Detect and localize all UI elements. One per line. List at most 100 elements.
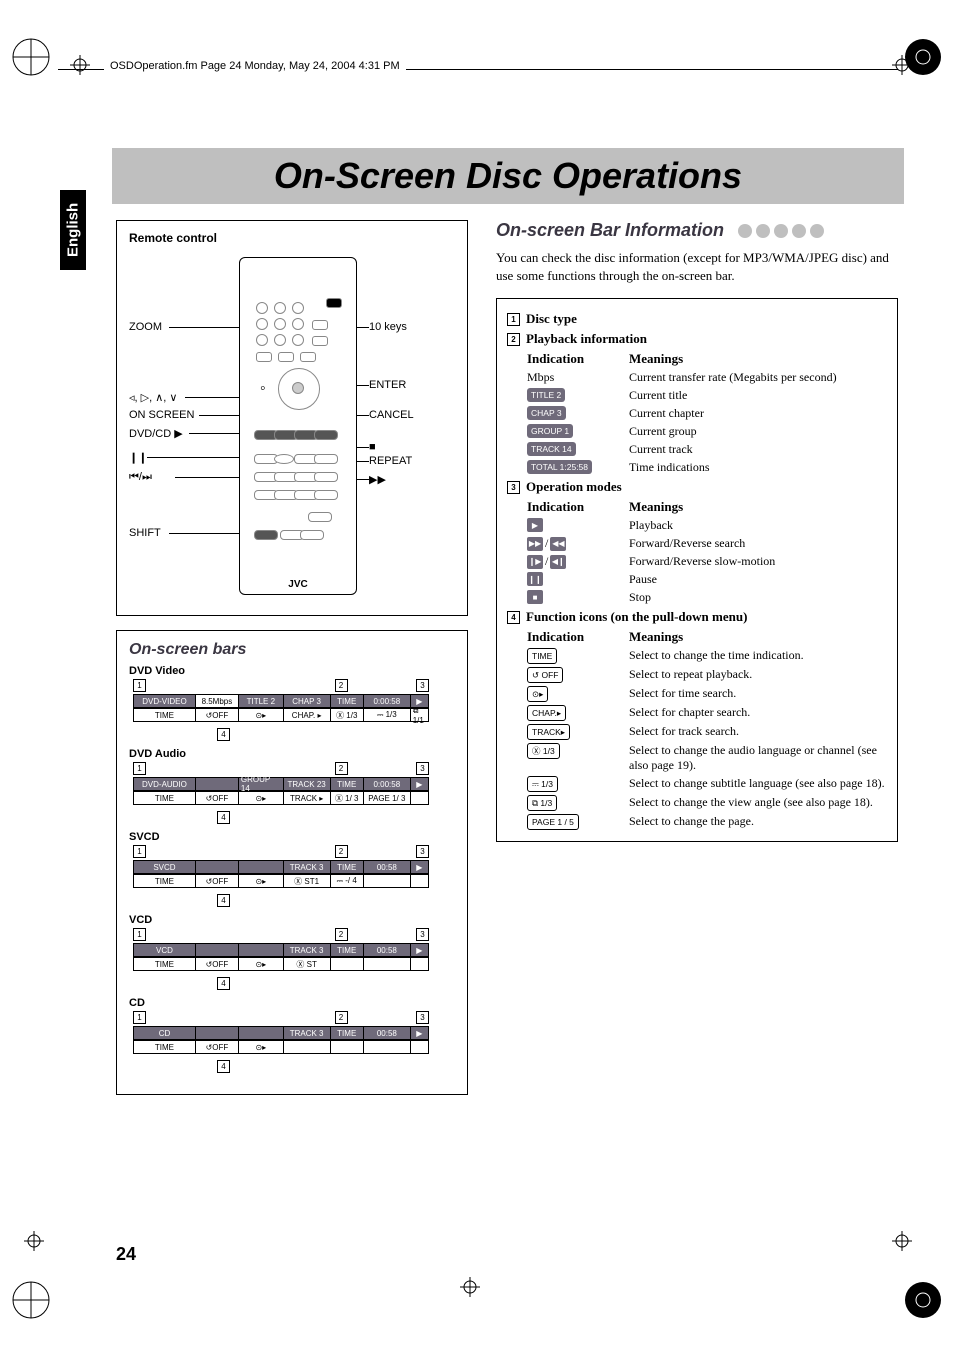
osd-segment: TIME	[331, 860, 364, 874]
indication-cell: Mbps	[527, 370, 629, 385]
osd-segment	[411, 791, 429, 805]
osd-segment: ⧉ 1/1	[411, 708, 429, 722]
indication-cell: ▶▶/◀◀	[527, 536, 629, 551]
osd-segment: TRACK 23	[284, 777, 331, 791]
osd-segment: TRACK ▸	[284, 791, 331, 805]
table-row: TIMESelect to change the time indication…	[527, 648, 887, 664]
remote-label-10keys: 10 keys	[369, 321, 407, 333]
osd-segment	[364, 874, 411, 888]
meaning-cell: Forward/Reverse search	[629, 536, 887, 551]
remote-label-shift: SHIFT	[129, 527, 161, 539]
osd-segment: ↺OFF	[196, 1040, 239, 1054]
osd-segment: TIME	[133, 957, 196, 971]
osb-panel: On-screen bars DVD Video123DVD-VIDEO8.5M…	[116, 630, 468, 1095]
osb-marker-bottom: 4	[217, 973, 455, 991]
crop-mark-icon	[24, 1231, 44, 1251]
osb-group: DVD Video123DVD-VIDEO8.5MbpsTITLE 2CHAP …	[129, 665, 455, 742]
osd-segment: ⎓ 1/3	[364, 708, 411, 722]
meaning-cell: Time indications	[629, 460, 887, 475]
table-col-head: IndicationMeanings	[527, 629, 887, 645]
meaning-cell: Select to change subtitle language (see …	[629, 776, 887, 791]
remote-label-dvdcd: DVD/CD ▶	[129, 427, 183, 440]
osd-segment	[331, 957, 364, 971]
osd-segment: TIME	[133, 874, 196, 888]
osd-bar: DVD-VIDEO8.5MbpsTITLE 2CHAP 3TIME0:00:58…	[133, 694, 429, 722]
indication-cell: GROUP 1	[527, 424, 629, 438]
section-heading: On-screen Bar Information	[496, 220, 898, 241]
table-row: TITLE 2Current title	[527, 388, 887, 403]
osb-subtitle: DVD Audio	[129, 748, 455, 760]
meaning-cell: Current chapter	[629, 406, 887, 421]
osd-segment: TRACK 3	[284, 1026, 331, 1040]
content: Remote control ZOOM ◃, ▷, ∧, ∨ ON SCREEN…	[116, 220, 898, 1231]
osd-bar: DVD-AUDIOGROUP 14TRACK 23TIME0:00:58▶TIM…	[133, 777, 429, 805]
meaning-cell: Select to change the time indication.	[629, 648, 887, 663]
osd-segment: 0:00:58	[364, 777, 411, 791]
remote-label-repeat: REPEAT	[369, 455, 412, 467]
indication-cell: ■	[527, 590, 629, 604]
page-number: 24	[116, 1244, 136, 1265]
intro-paragraph: You can check the disc information (exce…	[496, 249, 898, 284]
indication-cell: TIME	[527, 648, 629, 664]
meaning-cell: Select for chapter search.	[629, 705, 887, 720]
osd-segment: TIME	[133, 791, 196, 805]
table-row: ⎓ 1/3Select to change subtitle language …	[527, 776, 887, 792]
osd-segment	[411, 1040, 429, 1054]
osb-marker-bottom: 4	[217, 1056, 455, 1074]
indication-cell: Ⓧ 1/3	[527, 743, 629, 759]
indication-cell: ❙❙	[527, 572, 629, 586]
printers-mark-icon	[10, 1279, 52, 1321]
osb-markers-top: 123	[133, 1011, 429, 1024]
table-row: Ⓧ 1/3Select to change the audio language…	[527, 743, 887, 773]
indication-cell: ⎓ 1/3	[527, 776, 629, 792]
language-tab: English	[60, 190, 86, 270]
table-section-head: 3 Operation modes	[507, 479, 887, 495]
table-col-head: IndicationMeanings	[527, 351, 887, 367]
osb-markers-top: 123	[133, 679, 429, 692]
indication-cell: ▶	[527, 518, 629, 532]
indication-cell: PAGE 1 / 5	[527, 814, 629, 830]
remote-brand: JVC	[240, 579, 356, 590]
osd-segment: 00:58	[364, 1026, 411, 1040]
table-row: CHAP 3Current chapter	[527, 406, 887, 421]
osb-marker-bottom: 4	[217, 890, 455, 908]
osb-group: VCD123VCDTRACK 3TIME00:58▶TIME↺OFF⊙▸Ⓧ ST…	[129, 914, 455, 991]
osd-segment: ⊙▸	[239, 791, 284, 805]
osb-subtitle: SVCD	[129, 831, 455, 843]
osb-markers-top: 123	[133, 928, 429, 941]
osd-segment: ↺OFF	[196, 874, 239, 888]
meaning-cell: Select to change the page.	[629, 814, 887, 829]
osd-segment	[239, 1026, 284, 1040]
osd-segment: Ⓧ 1/ 3	[331, 791, 364, 805]
osd-segment	[364, 1040, 411, 1054]
crop-mark-icon	[70, 55, 90, 75]
osd-segment: SVCD	[133, 860, 196, 874]
osd-bar: CDTRACK 3TIME00:58▶TIME↺OFF⊙▸	[133, 1026, 429, 1054]
osd-segment	[196, 860, 239, 874]
osd-segment: TIME	[331, 694, 364, 708]
left-column: Remote control ZOOM ◃, ▷, ∧, ∨ ON SCREEN…	[116, 220, 468, 1231]
osd-segment: TIME	[331, 777, 364, 791]
table-row: ⊙▸Select for time search.	[527, 686, 887, 702]
table-row: CHAP.▸Select for chapter search.	[527, 705, 887, 721]
crop-mark-icon	[460, 1277, 480, 1297]
info-table: 1 Disc type2 Playback informationIndicat…	[496, 298, 898, 842]
osd-segment: ↺OFF	[196, 708, 239, 722]
crop-mark-icon	[892, 55, 912, 75]
table-row: GROUP 1Current group	[527, 424, 887, 439]
osd-segment: ↺OFF	[196, 791, 239, 805]
meaning-cell: Select to change the audio language or c…	[629, 743, 887, 773]
printers-mark-icon	[10, 36, 52, 78]
remote-panel: Remote control ZOOM ◃, ▷, ∧, ∨ ON SCREEN…	[116, 220, 468, 616]
remote-label-skip: ⏮/⏭	[129, 471, 152, 484]
osd-segment: TIME	[331, 943, 364, 957]
remote-label-pause: ❙❙	[129, 451, 147, 464]
remote-label-ff: ▶▶	[369, 473, 386, 486]
osd-segment: TITLE 2	[239, 694, 284, 708]
osd-segment: 00:58	[364, 860, 411, 874]
table-row: ▶Playback	[527, 518, 887, 533]
osd-segment: CHAP. ▸	[284, 708, 331, 722]
osd-segment: ⎓ -/ 4	[331, 874, 364, 888]
osb-subtitle: CD	[129, 997, 455, 1009]
remote-label-zoom: ZOOM	[129, 321, 162, 333]
